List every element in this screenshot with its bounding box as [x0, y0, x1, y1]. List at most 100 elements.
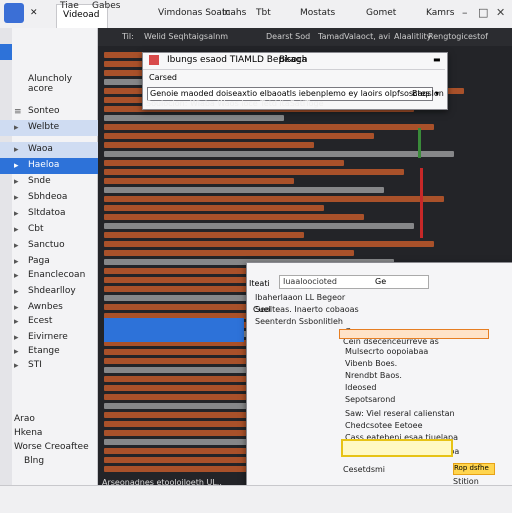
minimize-button[interactable]: –: [462, 6, 468, 19]
sidebar-item[interactable]: ▸ Haeloa: [0, 158, 98, 174]
chevron-right-icon: ▸: [14, 271, 19, 281]
sidebar-item[interactable]: ▸ Waoa: [0, 142, 98, 158]
sidebar-item-label: Cbt: [28, 224, 44, 234]
highlight-yellow: [341, 439, 453, 457]
tab-menu-item[interactable]: Gabes: [92, 1, 120, 11]
sidebar-item[interactable]: ▸ Sltdatoa: [0, 206, 98, 222]
sidebar-item-label: Enanclecoan: [28, 270, 86, 280]
chevron-right-icon: ▸: [14, 287, 19, 297]
sidebar-item-label: Etange: [28, 346, 60, 356]
editor-tab-5[interactable]: Valaoct, avi: [344, 32, 390, 41]
selected-code-block: [104, 318, 244, 342]
find-input-value: Genoie maoded doiseaxtio elbaoatls ieben…: [150, 89, 430, 98]
chevron-right-icon: ▸: [14, 333, 19, 343]
sidebar-footer-3[interactable]: Worse Creoaftee: [14, 442, 89, 452]
code-line: [104, 169, 404, 175]
chevron-right-icon: ▸: [14, 241, 19, 251]
code-line: [104, 115, 284, 121]
code-line: [104, 160, 344, 166]
chevron-right-icon: ▸: [14, 303, 19, 313]
code-line: [104, 178, 294, 184]
title-bar: ✕ Videoad Gabes Tiae Vimdonas Soatc Inah…: [0, 0, 512, 29]
sidebar-footer-4[interactable]: Blng: [24, 456, 44, 466]
sidebar-item[interactable]: ▸ Enanclecoan: [0, 268, 98, 284]
sidebar-item-label: Shdearlloy: [28, 286, 76, 296]
toolbar-item-1[interactable]: Vimdonas Soatc: [158, 8, 230, 18]
sidebar-item[interactable]: ▸ Shdearlloy: [0, 284, 98, 300]
editor-tab-6[interactable]: Alaalitlity: [394, 32, 431, 41]
tab-menu-t[interactable]: Tiae: [60, 1, 79, 11]
chevron-right-icon: ▸: [14, 145, 19, 155]
popup-list-item[interactable]: Chedcsotee Eetoee: [345, 421, 505, 430]
chevron-right-icon: ▸: [14, 193, 19, 203]
editor-tab-1[interactable]: Til:: [122, 32, 134, 41]
sidebar-item-label: Sanctuo: [28, 240, 65, 250]
popup-search-input[interactable]: Iuaaloocioted: [279, 275, 429, 289]
chevron-right-icon: ≡: [14, 107, 22, 117]
editor-tab-2[interactable]: Welid Seqhtaigsalnm: [144, 32, 228, 41]
sidebar-item-label: Sonteo: [28, 106, 60, 116]
sidebar-item[interactable]: ▸ Ecest: [0, 314, 98, 330]
sidebar-footer-1[interactable]: Arao: [14, 414, 35, 424]
sidebar-item[interactable]: ▸ STI: [0, 358, 98, 374]
sidebar-item[interactable]: ▸ Snde: [0, 174, 98, 190]
status-bar: Arseonadnes etooloiloeth UL..: [0, 478, 512, 513]
code-line: [104, 187, 384, 193]
editor-tab-3[interactable]: Dearst Sod: [266, 32, 310, 41]
popup-search-value: Iuaaloocioted: [283, 277, 337, 286]
sidebar-header: Aluncholy acore: [28, 74, 73, 94]
sidebar-item-label: Eivirnere: [28, 332, 68, 342]
gutter-marker-red: [420, 168, 423, 238]
sidebar-item[interactable]: ▸ Welbte: [0, 120, 98, 136]
popup-list-item[interactable]: Sepotsarond: [345, 395, 505, 404]
toolbar-item-5[interactable]: Gomet: [366, 8, 396, 18]
code-line: [104, 232, 304, 238]
code-line: [104, 196, 444, 202]
popup-list-item[interactable]: Ideosed: [345, 383, 505, 392]
toolbar-item-3[interactable]: Tbt: [256, 8, 271, 18]
popup-list-item[interactable]: Seenterdn Ssbonlitleh: [255, 317, 415, 326]
find-input-end: Baqslon: [412, 89, 444, 98]
status-text: Arseonadnes etooloiloeth UL..: [102, 478, 222, 487]
close-button[interactable]: ✕: [496, 6, 505, 19]
sidebar-item[interactable]: ▸ Sanctuo: [0, 238, 98, 254]
popup-list-item[interactable]: Saw: Viel reseral calienstan: [345, 409, 505, 418]
chevron-right-icon: ▸: [14, 177, 19, 187]
dialog-app-icon: [149, 55, 159, 65]
toolbar-item-2[interactable]: Inahs: [222, 8, 246, 18]
sidebar-item-label: Awnbes: [28, 302, 63, 312]
sidebar-item-label: Ecest: [28, 316, 53, 326]
close-tab-icon[interactable]: ✕: [30, 8, 38, 18]
highlight-orange: [339, 329, 489, 339]
popup-tag-label: Rop dsfhe: [454, 464, 489, 472]
popup-list-item[interactable]: Vibenb Boes.: [345, 359, 505, 368]
close-icon[interactable]: ▬: [433, 55, 441, 64]
sidebar-item[interactable]: ▸ Cbt: [0, 222, 98, 238]
popup-list-item[interactable]: Ibaherlaaon LL Begeor: [255, 293, 415, 302]
popup-list-item[interactable]: Seolteas. Inaerto cobaoas: [255, 305, 415, 314]
find-dialog-title-right: Bkaga: [279, 55, 307, 65]
maximize-button[interactable]: □: [478, 6, 488, 19]
chevron-right-icon: ▸: [14, 317, 19, 327]
sidebar-item-label: Welbte: [28, 122, 60, 132]
chevron-right-icon: ▸: [14, 225, 19, 235]
app-logo-icon: [4, 3, 24, 23]
sidebar-item-label: Sltdatoa: [28, 208, 66, 218]
sidebar-item[interactable]: ▸ Sbhdeoa: [0, 190, 98, 206]
sidebar-item-label: Snde: [28, 176, 51, 186]
sidebar-footer-2[interactable]: Hkena: [14, 428, 42, 438]
gutter-marker-green: [418, 128, 421, 158]
editor-tab-7[interactable]: Rengtogicestof: [428, 32, 488, 41]
sidebar-item[interactable]: ≡ Sonteo: [0, 104, 98, 120]
sidebar-item-label: Paga: [28, 256, 50, 266]
toolbar-item-6[interactable]: Kamrs: [426, 8, 454, 18]
find-dialog-title-row: Ibungs esaod TIAMLD Bepisoch Bkaga ▬: [143, 53, 445, 70]
chevron-down-icon[interactable]: ▾: [435, 89, 439, 98]
code-line: [104, 142, 314, 148]
editor-tab-4[interactable]: Tamad: [318, 32, 344, 41]
toolbar-item-4[interactable]: Mostats: [300, 8, 335, 18]
sidebar-item-label: Haeloa: [28, 160, 60, 170]
code-line: [104, 205, 324, 211]
popup-list-item[interactable]: Nrendbt Baos.: [345, 371, 505, 380]
popup-list-item[interactable]: Mulsecrto oopoiabaa: [345, 347, 505, 356]
